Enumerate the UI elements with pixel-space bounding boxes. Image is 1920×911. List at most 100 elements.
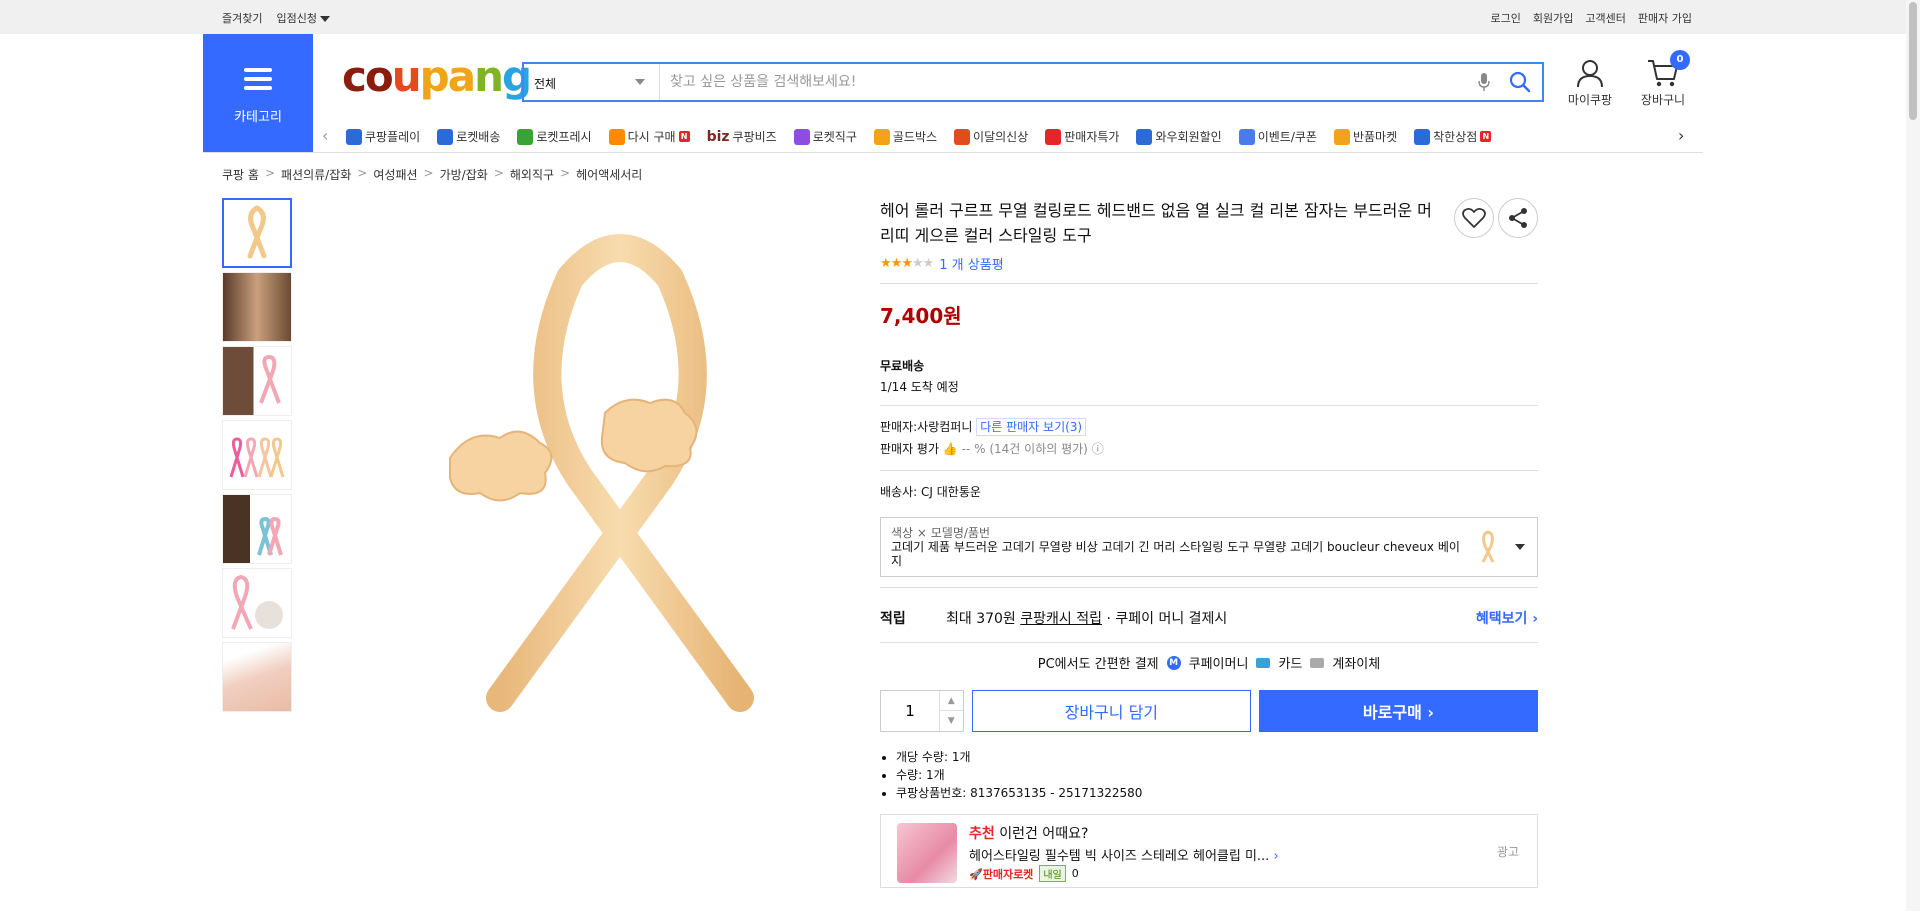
carrier-label: 배송사: [880,485,918,499]
favorite-button[interactable] [1454,198,1494,238]
breadcrumb-item[interactable]: 헤어액세서리 [576,166,642,183]
recommendation-card[interactable]: 추천 이런건 어때요? 헤어스타일링 필수템 빅 사이즈 스테레오 헤어클립 미… [880,814,1538,888]
rating-row: ★★★★★ 1 개 상품평 [880,254,1538,273]
quick-nav-item[interactable]: 착한상점 N [1414,128,1492,145]
info-icon[interactable]: ⓘ [1092,442,1104,456]
quantity-down-button[interactable]: ▼ [938,711,963,731]
recommendation-meta: 🚀판매자로켓 내일 0 [969,865,1079,882]
quantity-input[interactable] [881,691,939,731]
quick-nav-icon [1238,128,1255,145]
category-button[interactable]: 카테고리 [203,34,313,152]
chevron-right-icon: > [264,166,275,180]
quick-nav-label: 쿠팡비즈 [732,130,777,144]
cart-button[interactable]: 0 장바구니 [1632,50,1694,108]
add-to-cart-button[interactable]: 장바구니 담기 [971,690,1251,732]
recommendation-image [897,823,957,883]
quick-nav-item[interactable]: 쿠팡플레이 [346,128,420,145]
thumbnail-7[interactable] [222,642,292,712]
coupay-icon: M [1166,655,1181,670]
quick-nav-item[interactable]: 로켓직구 [793,128,857,145]
quick-nav-icon [1414,128,1431,145]
payment-title: PC에서도 간편한 결제 [1037,657,1159,672]
search-category-select[interactable]: 전체 [524,64,660,100]
coupang-logo[interactable]: coupang [342,52,532,101]
chevron-right-icon: > [560,166,571,180]
product-main-image[interactable] [410,198,830,738]
thumbnail-1[interactable] [222,198,292,268]
chevron-left-icon[interactable]: ‹ [322,126,328,145]
search-input[interactable] [670,70,1470,94]
quick-nav-icon [873,128,890,145]
benefits-link[interactable]: 혜택보기 › [1476,608,1538,628]
quick-nav-item[interactable]: biz 쿠팡비즈 [707,128,777,145]
star-rating: ★★★★★ [880,256,934,271]
divider [880,405,1538,406]
option-select[interactable]: 색상 × 모델명/품번 고데기 제품 부드러운 고데기 무열량 비상 고데기 긴… [880,517,1538,577]
category-label: 카테고리 [234,110,282,125]
signup-link[interactable]: 회원가입 [1533,10,1573,26]
quick-nav-icon [517,128,534,145]
customer-center-link[interactable]: 고객센터 [1585,10,1625,26]
breadcrumb-item[interactable]: 해외직구 [510,166,554,183]
chevron-right-icon: > [493,166,504,180]
chevron-down-icon [1515,544,1525,550]
quick-nav-label: 쿠팡플레이 [365,130,421,144]
seller-name[interactable]: 사랑컴퍼니 [917,420,972,434]
quick-nav-item[interactable]: 와우회원할인 [1136,128,1222,145]
scrollbar[interactable] [1906,0,1920,911]
quick-nav-label: 반품마켓 [1352,130,1398,144]
bank-icon [1310,657,1325,668]
reward-amount: 최대 370원 [946,611,1016,627]
coupang-cash-link[interactable]: 쿠팡캐시 적립 [1020,608,1102,628]
quick-nav-item[interactable]: 로켓프레시 [517,128,592,145]
thumbnail-2[interactable] [222,272,292,342]
product-info: 헤어 롤러 구르프 무열 컬링로드 헤드밴드 없음 열 실크 컬 리본 잠자는 … [880,198,1538,888]
quick-nav-item[interactable]: 판매자특가 [1045,128,1119,145]
quick-nav-item[interactable]: 이달의신상 [954,128,1028,145]
breadcrumb-item[interactable]: 패션의류/잡화 [281,166,351,183]
reward-heading: 적립 [880,611,906,627]
quick-nav-item[interactable]: 로켓배송 [437,128,500,145]
option-label: 색상 × 모델명/품번 [891,526,991,540]
mycoupang-button[interactable]: 마이쿠팡 [1560,58,1620,108]
bookmark-link[interactable]: 즐겨찾기 [222,10,262,26]
quick-nav-item[interactable]: 이벤트/쿠폰 [1238,128,1317,145]
payment-bank: 계좌이체 [1332,657,1381,672]
breadcrumb-item[interactable]: 여성패션 [373,166,417,183]
divider [880,642,1538,643]
breadcrumb-item[interactable]: 가방/잡화 [440,166,488,183]
cart-label: 장바구니 [1640,93,1686,107]
quick-nav-label: 이벤트/쿠폰 [1257,130,1317,144]
seller-signup-link[interactable]: 판매자 가입 [1638,10,1692,26]
option-thumbnail [1481,530,1495,563]
recommendation-title[interactable]: 헤어스타일링 필수템 빅 사이즈 스테레오 헤어클립 미... › [969,845,1279,864]
star-icon: ★ [890,256,903,271]
quick-nav-item[interactable]: 골드박스 [873,128,937,145]
other-sellers-button[interactable]: 다른 판매자 보기(3) [976,418,1087,436]
chevron-right-icon[interactable]: › [1678,126,1684,145]
new-badge: N [1480,131,1492,142]
vendor-apply-link[interactable]: 입점신청 [276,10,330,26]
microphone-icon[interactable] [1478,72,1490,92]
quick-nav-item[interactable]: 다시 구매 N [608,128,690,145]
quick-nav-item[interactable]: 반품마켓 [1333,128,1398,145]
quick-nav-label: 착한상점 [1433,130,1478,144]
divider [203,152,1703,153]
breadcrumb-item[interactable]: 쿠팡 홈 [222,166,259,183]
scrollbar-thumb[interactable] [1909,2,1917,120]
login-link[interactable]: 로그인 [1491,10,1521,26]
thumbnail-4[interactable] [222,420,292,490]
quantity-up-button[interactable]: ▲ [938,691,963,711]
buy-now-button[interactable]: 바로구매 › [1258,690,1538,732]
quick-nav-icon [954,128,971,145]
seller-label: 판매자: [880,420,918,434]
thumbnail-6[interactable] [222,568,292,638]
thumbnail-3[interactable] [222,346,292,416]
star-icon: ★ [911,256,924,271]
quick-nav-label: 로켓직구 [812,130,857,144]
quick-nav-label: 판매자특가 [1064,130,1120,144]
search-icon[interactable] [1508,70,1532,94]
review-count-link[interactable]: 1 개 상품평 [939,254,1003,273]
thumbnail-5[interactable] [222,494,292,564]
share-button[interactable] [1498,198,1538,238]
